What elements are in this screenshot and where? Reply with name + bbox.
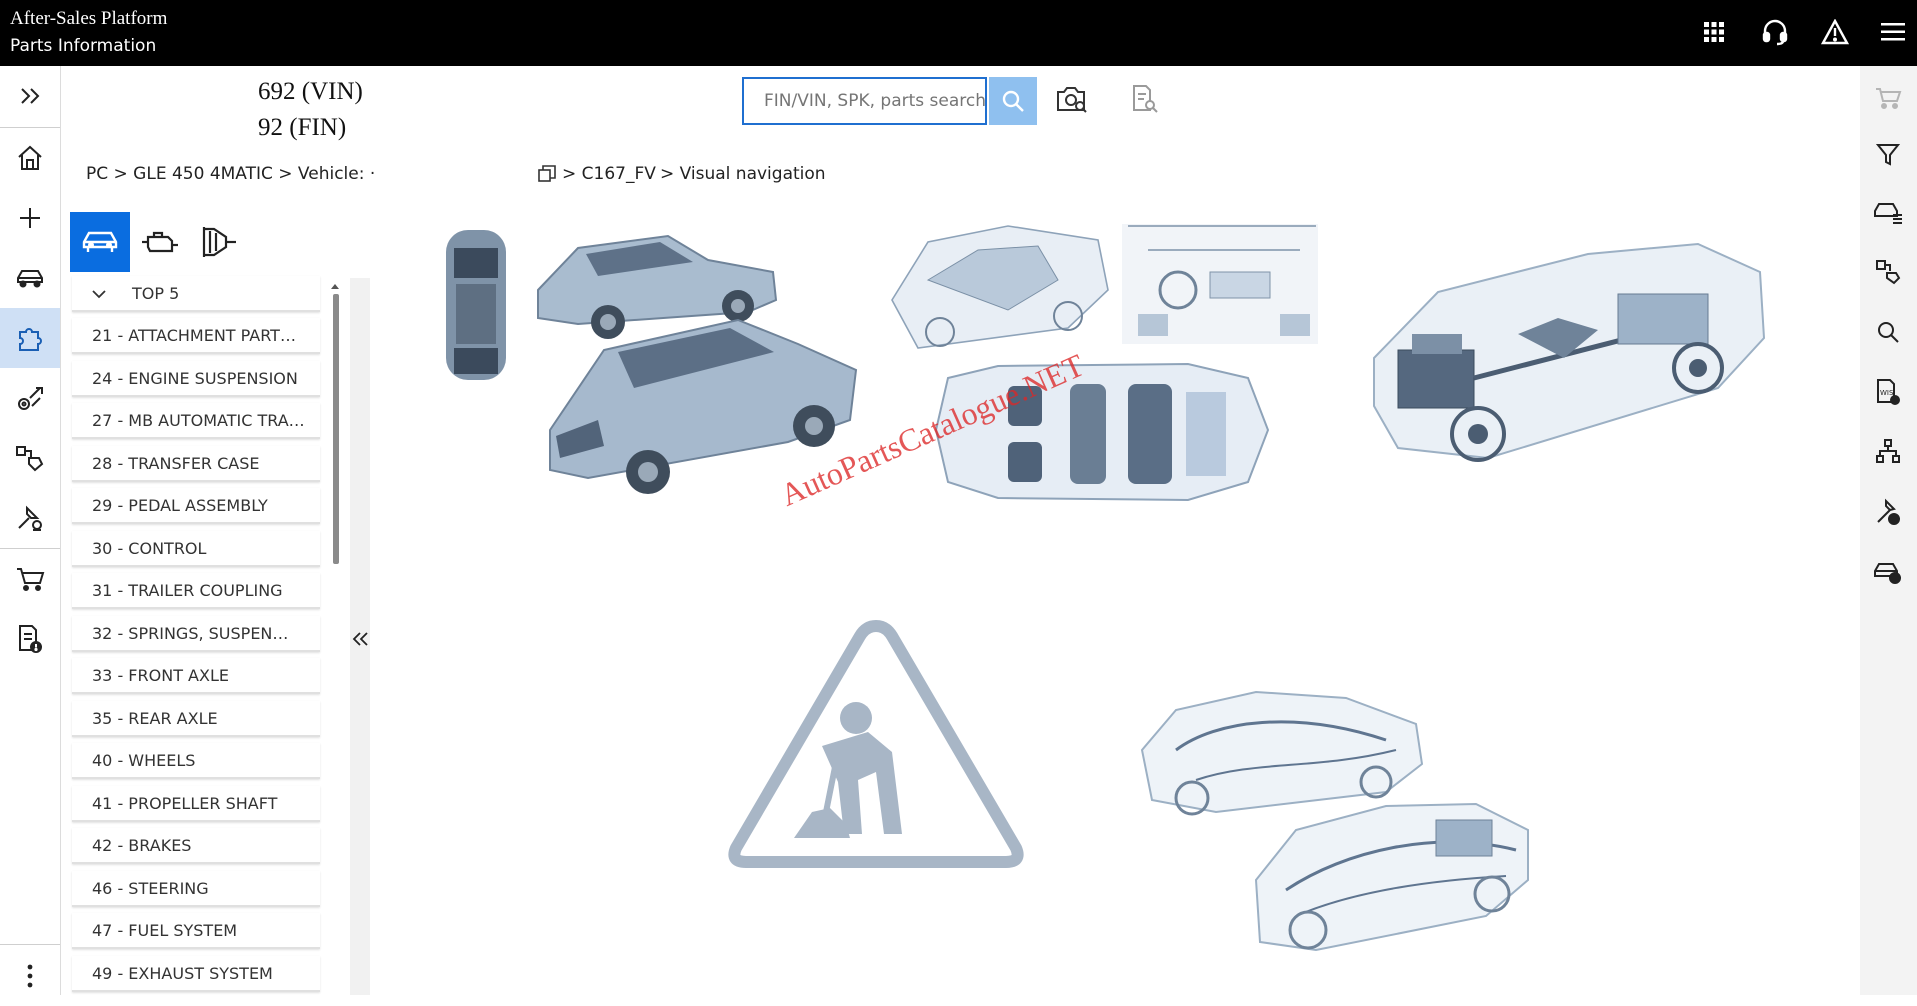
tools-icon[interactable]: [0, 488, 60, 548]
list-item[interactable]: 33 - FRONT AXLE: [72, 658, 320, 694]
more-vertical-icon[interactable]: [0, 946, 60, 1006]
breadcrumb-visual-navigation: > Visual navigation: [660, 164, 826, 184]
cart-icon[interactable]: [1868, 78, 1908, 118]
engine-icon: [142, 231, 178, 253]
plus-icon[interactable]: [0, 188, 60, 248]
app-subtitle: Parts Information: [10, 36, 157, 56]
left-navigation-rail: [0, 66, 61, 995]
visual-nav-body-exterior[interactable]: [438, 220, 858, 510]
list-item[interactable]: 27 - MB AUTOMATIC TRA…: [72, 403, 320, 439]
visual-nav-electrical[interactable]: [1136, 680, 1532, 958]
list-item[interactable]: 21 - ATTACHMENT PART…: [72, 318, 320, 354]
menu-icon[interactable]: [1876, 15, 1910, 49]
hierarchy-icon[interactable]: [1868, 432, 1908, 472]
parts-tag-icon[interactable]: [0, 428, 60, 488]
tab-transmission[interactable]: [190, 212, 250, 272]
scrollbar-thumb[interactable]: [333, 294, 339, 564]
top-bar: After-Sales Platform Parts Information: [0, 0, 1917, 66]
list-item[interactable]: 41 - PROPELLER SHAFT: [72, 786, 320, 822]
home-icon[interactable]: [0, 128, 60, 188]
vehicle-vin: 692 (VIN): [258, 78, 363, 105]
puzzle-icon[interactable]: [0, 308, 60, 368]
under-construction-icon: [728, 620, 1024, 868]
right-tool-rail: WIS: [1860, 66, 1917, 995]
visual-nav-body-interior[interactable]: [888, 220, 1318, 505]
parts-wrench-icon[interactable]: [0, 368, 60, 428]
headset-icon[interactable]: [1758, 15, 1792, 49]
warning-icon[interactable]: [1818, 15, 1852, 49]
list-item[interactable]: 24 - ENGINE SUSPENSION: [72, 361, 320, 397]
search-button[interactable]: [989, 77, 1037, 125]
cart-icon[interactable]: [0, 549, 60, 609]
list-item[interactable]: 42 - BRAKES: [72, 828, 320, 864]
transmission-icon: [202, 227, 236, 257]
tools-check-icon[interactable]: [1868, 492, 1908, 532]
list-item[interactable]: 40 - WHEELS: [72, 743, 320, 779]
parts-swap-icon[interactable]: [1868, 252, 1908, 292]
collapse-panel-icon[interactable]: [349, 624, 371, 654]
group-top5-label: TOP 5: [132, 284, 180, 303]
vehicle-check-icon[interactable]: [1868, 552, 1908, 592]
car-front-icon: [82, 231, 118, 252]
list-item[interactable]: 49 - EXHAUST SYSTEM: [72, 956, 320, 992]
expand-chevrons-icon[interactable]: [0, 66, 60, 126]
search-icon[interactable]: [1868, 312, 1908, 352]
document-alert-icon[interactable]: [0, 609, 60, 669]
list-item[interactable]: 31 - TRAILER COUPLING: [72, 573, 320, 609]
tab-engine[interactable]: [130, 212, 190, 272]
list-item[interactable]: 35 - REAR AXLE: [72, 701, 320, 737]
list-item[interactable]: 28 - TRANSFER CASE: [72, 446, 320, 482]
document-search-icon[interactable]: [1130, 84, 1164, 118]
visual-nav-drivetrain[interactable]: [1368, 238, 1768, 488]
list-item[interactable]: 46 - STEERING: [72, 871, 320, 907]
filter-icon[interactable]: [1868, 134, 1908, 174]
visual-nav-under-construction[interactable]: [726, 612, 1026, 874]
list-item[interactable]: 32 - SPRINGS, SUSPEN…: [72, 616, 320, 652]
camera-search-icon[interactable]: [1056, 84, 1090, 118]
chevron-down-icon: [92, 276, 118, 310]
copy-window-icon[interactable]: [538, 165, 556, 183]
breadcrumb-vehicle[interactable]: PC > GLE 450 4MATIC > Vehicle: ·: [86, 164, 375, 184]
list-item[interactable]: 29 - PEDAL ASSEMBLY: [72, 488, 320, 524]
apps-grid-icon[interactable]: [1697, 15, 1731, 49]
list-item[interactable]: 47 - FUEL SYSTEM: [72, 913, 320, 949]
group-top5[interactable]: TOP 5: [72, 276, 320, 312]
breadcrumb-model[interactable]: > C167_FV: [562, 164, 656, 184]
app-title: After-Sales Platform: [10, 8, 168, 29]
vehicle-list-icon[interactable]: [1868, 192, 1908, 232]
list-item[interactable]: 30 - CONTROL: [72, 531, 320, 567]
search-input[interactable]: [742, 77, 987, 125]
vehicle-fin: 92 (FIN): [258, 114, 347, 141]
svg-text:WIS: WIS: [1880, 389, 1894, 397]
tab-vehicle[interactable]: [70, 212, 130, 272]
wis-document-icon[interactable]: WIS: [1868, 372, 1908, 412]
search-icon: [1002, 90, 1024, 112]
car-icon[interactable]: [0, 248, 60, 308]
